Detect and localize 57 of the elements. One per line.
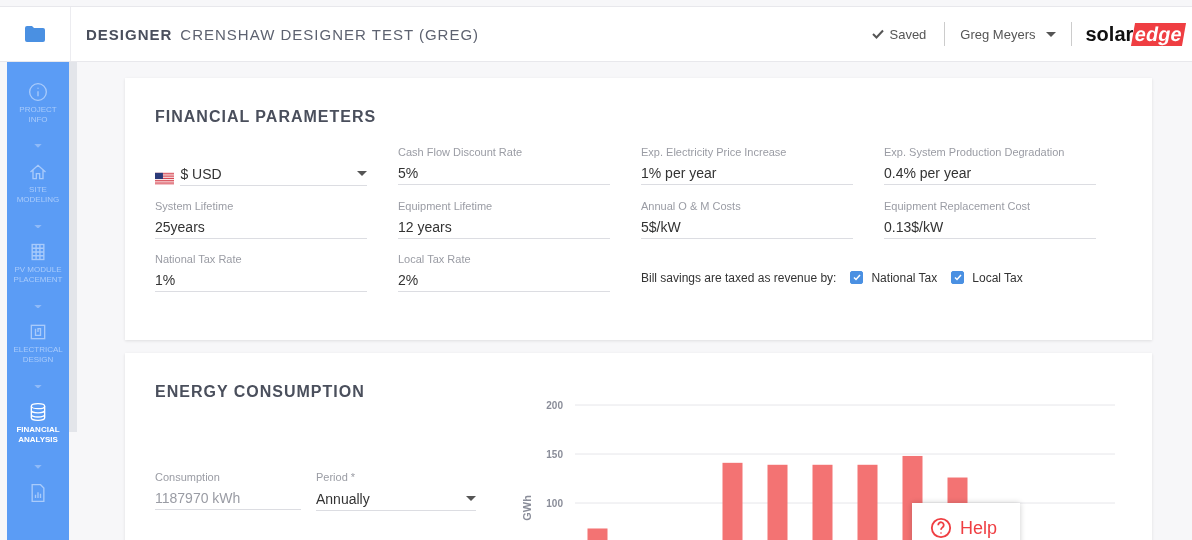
- field-label: Annual O & M Costs: [641, 200, 742, 212]
- field-label: Local Tax Rate: [398, 253, 472, 265]
- caret-icon: [34, 144, 42, 149]
- checkbox[interactable]: [951, 271, 965, 284]
- period-select[interactable]: Annually: [316, 487, 476, 511]
- field-label: Exp. System Production Degradation: [884, 146, 1066, 158]
- help-button[interactable]: Help: [912, 503, 1020, 540]
- save-status-text: Saved: [889, 26, 927, 42]
- input-field[interactable]: 5%: [398, 162, 610, 185]
- axis-tick-label: 200: [546, 400, 563, 411]
- dropdown-caret-icon: [1045, 31, 1056, 37]
- database-icon: [28, 402, 48, 423]
- field-label: Exp. Electricity Price Increase: [641, 146, 788, 158]
- checkbox-label: National Tax: [871, 270, 938, 285]
- input-field[interactable]: 0.4% per year: [884, 162, 1096, 185]
- user-menu[interactable]: Greg Meyers: [945, 26, 1071, 42]
- input-field[interactable]: 25years: [155, 216, 367, 239]
- check-icon: [872, 29, 885, 39]
- chart-bar: [587, 528, 608, 540]
- input-field[interactable]: 2%: [398, 269, 610, 292]
- input-field[interactable]: 1% per year: [641, 162, 853, 185]
- checkbox-label: Local Tax: [972, 270, 1023, 285]
- caret-icon: [34, 464, 42, 469]
- field-label: Cash Flow Discount Rate: [398, 146, 524, 158]
- input-field[interactable]: 1%: [155, 269, 367, 292]
- check-icon: [953, 274, 962, 281]
- folder-icon[interactable]: [25, 26, 45, 42]
- field-label: System Lifetime: [155, 200, 235, 212]
- field-label: Equipment Lifetime: [398, 200, 494, 212]
- field-label: Consumption: [155, 471, 221, 483]
- field-label: National Tax Rate: [155, 253, 243, 265]
- project-name: CRENSHAW DESIGNER TEST (GREG): [180, 25, 480, 43]
- dropdown-caret-icon: [466, 496, 476, 501]
- input-field[interactable]: 5$/kW: [641, 216, 853, 239]
- field-label: Period *: [316, 471, 357, 483]
- page-title: DESIGNER: [86, 25, 173, 43]
- caret-icon: [34, 304, 42, 309]
- tax-label: Bill savings are taxed as revenue by:: [641, 270, 837, 285]
- input-field[interactable]: 12 years: [398, 216, 610, 239]
- check-icon: [852, 274, 861, 281]
- info-icon: [28, 82, 48, 102]
- caret-icon: [34, 224, 42, 229]
- field-label: Equipment Replacement Cost: [884, 200, 1032, 212]
- brand-logo: solaredge: [1085, 22, 1184, 46]
- checkbox[interactable]: [850, 271, 864, 284]
- section-title: FINANCIAL PARAMETERS: [155, 108, 378, 126]
- help-icon: [930, 517, 952, 539]
- scrollbar[interactable]: [69, 62, 77, 432]
- flag-icon: [155, 172, 175, 186]
- axis-title: GWh: [521, 495, 533, 521]
- input-field[interactable]: 0.13$/kW: [884, 216, 1096, 239]
- axis-tick-label: 150: [546, 449, 563, 460]
- axis-tick-label: 100: [546, 498, 563, 509]
- currency-select[interactable]: $ USD: [180, 162, 367, 186]
- dropdown-caret-icon: [357, 171, 367, 176]
- section-title: ENERGY CONSUMPTION: [155, 383, 366, 401]
- caret-icon: [34, 384, 42, 389]
